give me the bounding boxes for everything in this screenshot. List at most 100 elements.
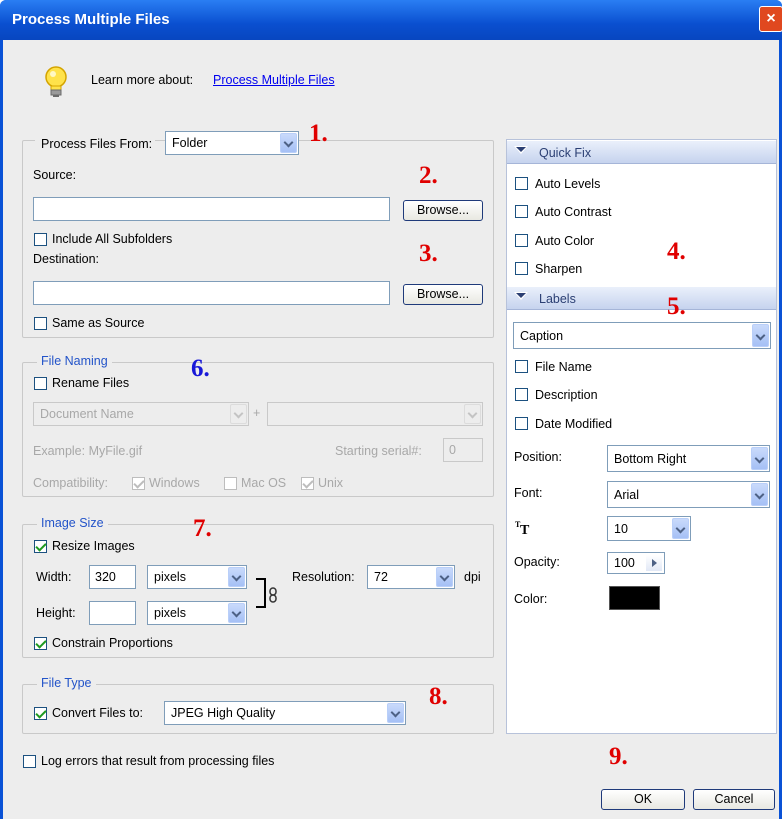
naming-example: Example: MyFile.gif	[33, 444, 143, 458]
windows-label: Windows	[149, 476, 200, 490]
annotation-3: 3.	[419, 240, 438, 267]
unix-checkbox[interactable]	[301, 477, 314, 490]
color-swatch[interactable]	[609, 586, 660, 610]
destination-label: Destination:	[33, 252, 100, 266]
convert-format-select[interactable]: JPEG High Quality	[164, 701, 406, 725]
file-name-checkbox[interactable]	[515, 360, 528, 373]
constrain-proportions-checkbox[interactable]	[34, 637, 47, 650]
width-input[interactable]: 320	[89, 565, 136, 589]
cancel-button[interactable]: Cancel	[693, 789, 775, 810]
svg-text:T: T	[520, 523, 530, 535]
window-title: Process Multiple Files	[12, 11, 170, 28]
title-bar: Process Multiple Files ×	[0, 0, 782, 40]
font-label: Font:	[514, 486, 543, 500]
plus-sign: +	[253, 406, 261, 420]
destination-browse-button[interactable]: Browse...	[403, 284, 483, 305]
height-unit-select[interactable]: pixels	[147, 601, 247, 625]
constrain-bracket	[256, 578, 266, 608]
macos-checkbox[interactable]	[224, 477, 237, 490]
help-link[interactable]: Process Multiple Files	[213, 73, 335, 87]
description-label: Description	[535, 388, 598, 402]
dpi-label: dpi	[464, 570, 481, 584]
position-select[interactable]: Bottom Right	[607, 445, 770, 472]
chevron-down-icon	[751, 483, 768, 506]
sharpen-label: Sharpen	[535, 262, 583, 276]
auto-levels-label: Auto Levels	[535, 177, 601, 191]
color-label: Color:	[514, 592, 548, 606]
chevron-down-icon	[672, 518, 689, 539]
auto-levels-checkbox[interactable]	[515, 177, 528, 190]
unix-label: Unix	[318, 476, 344, 490]
quick-fix-title: Quick Fix	[539, 146, 592, 160]
close-button[interactable]: ×	[759, 6, 782, 32]
macos-label: Mac OS	[241, 476, 287, 490]
constrain-proportions-label: Constrain Proportions	[52, 636, 173, 650]
file-naming-legend: File Naming	[37, 354, 112, 368]
chevron-down-icon	[752, 324, 769, 347]
serial-input[interactable]: 0	[443, 438, 483, 462]
quick-fix-header[interactable]: Quick Fix	[507, 140, 776, 164]
chevron-down-icon	[751, 447, 768, 470]
opacity-input[interactable]: 100	[607, 552, 665, 574]
resize-images-checkbox[interactable]	[34, 540, 47, 553]
log-errors-label: Log errors that result from processing f…	[41, 754, 275, 768]
annotation-5: 5.	[667, 293, 686, 320]
annotation-8: 8.	[429, 683, 448, 710]
resolution-label: Resolution:	[292, 570, 355, 584]
include-subfolders-label: Include All Subfolders	[52, 232, 173, 246]
link-chain-icon	[268, 587, 278, 603]
auto-color-checkbox[interactable]	[515, 234, 528, 247]
annotation-1: 1.	[309, 120, 328, 147]
process-from-select[interactable]: Folder	[165, 131, 299, 155]
file-type-legend: File Type	[37, 676, 96, 690]
annotation-2: 2.	[419, 162, 438, 189]
include-subfolders-checkbox[interactable]	[34, 233, 47, 246]
date-modified-checkbox[interactable]	[515, 417, 528, 430]
name-suffix-select[interactable]	[267, 402, 483, 426]
annotation-9: 9.	[609, 743, 628, 770]
resize-images-label: Resize Images	[52, 539, 135, 553]
chevron-down-icon	[464, 404, 481, 424]
font-size-icon: TT	[515, 519, 533, 538]
dialog-body: Learn more about: Process Multiple Files…	[3, 40, 779, 819]
windows-checkbox[interactable]	[132, 477, 145, 490]
resolution-select[interactable]: 72	[367, 565, 455, 589]
log-errors-checkbox[interactable]	[23, 755, 36, 768]
source-browse-button[interactable]: Browse...	[403, 200, 483, 221]
lightbulb-icon	[44, 65, 68, 99]
file-name-label: File Name	[535, 360, 592, 374]
font-size-select[interactable]: 10	[607, 516, 691, 541]
label-type-select[interactable]: Caption	[513, 322, 771, 349]
auto-contrast-label: Auto Contrast	[535, 205, 612, 219]
height-input[interactable]	[89, 601, 136, 625]
annotation-6: 6.	[191, 355, 210, 382]
width-unit-select[interactable]: pixels	[147, 565, 247, 589]
process-from-label: Process Files From:	[35, 137, 156, 151]
source-label: Source:	[33, 168, 77, 182]
name-format-select[interactable]: Document Name	[33, 402, 249, 426]
serial-label: Starting serial#:	[335, 444, 422, 458]
sharpen-checkbox[interactable]	[515, 262, 528, 275]
chevron-down-icon	[280, 133, 297, 153]
right-panel	[506, 139, 777, 734]
opacity-slider-arrow-icon[interactable]	[646, 555, 662, 571]
ok-button[interactable]: OK	[601, 789, 685, 810]
same-as-source-checkbox[interactable]	[34, 317, 47, 330]
labels-header[interactable]: Labels	[507, 286, 776, 310]
chevron-down-icon	[228, 567, 245, 587]
destination-input[interactable]	[33, 281, 390, 305]
labels-title: Labels	[539, 292, 576, 306]
description-checkbox[interactable]	[515, 388, 528, 401]
chevron-down-icon	[228, 603, 245, 623]
auto-color-label: Auto Color	[535, 234, 595, 248]
font-select[interactable]: Arial	[607, 481, 770, 508]
convert-files-checkbox[interactable]	[34, 707, 47, 720]
auto-contrast-checkbox[interactable]	[515, 205, 528, 218]
width-label: Width:	[36, 570, 72, 584]
source-input[interactable]	[33, 197, 390, 221]
compatibility-label: Compatibility:	[33, 476, 109, 490]
annotation-7: 7.	[193, 515, 212, 542]
chevron-down-icon	[436, 567, 453, 587]
opacity-label: Opacity:	[514, 555, 560, 569]
rename-files-checkbox[interactable]	[34, 377, 47, 390]
